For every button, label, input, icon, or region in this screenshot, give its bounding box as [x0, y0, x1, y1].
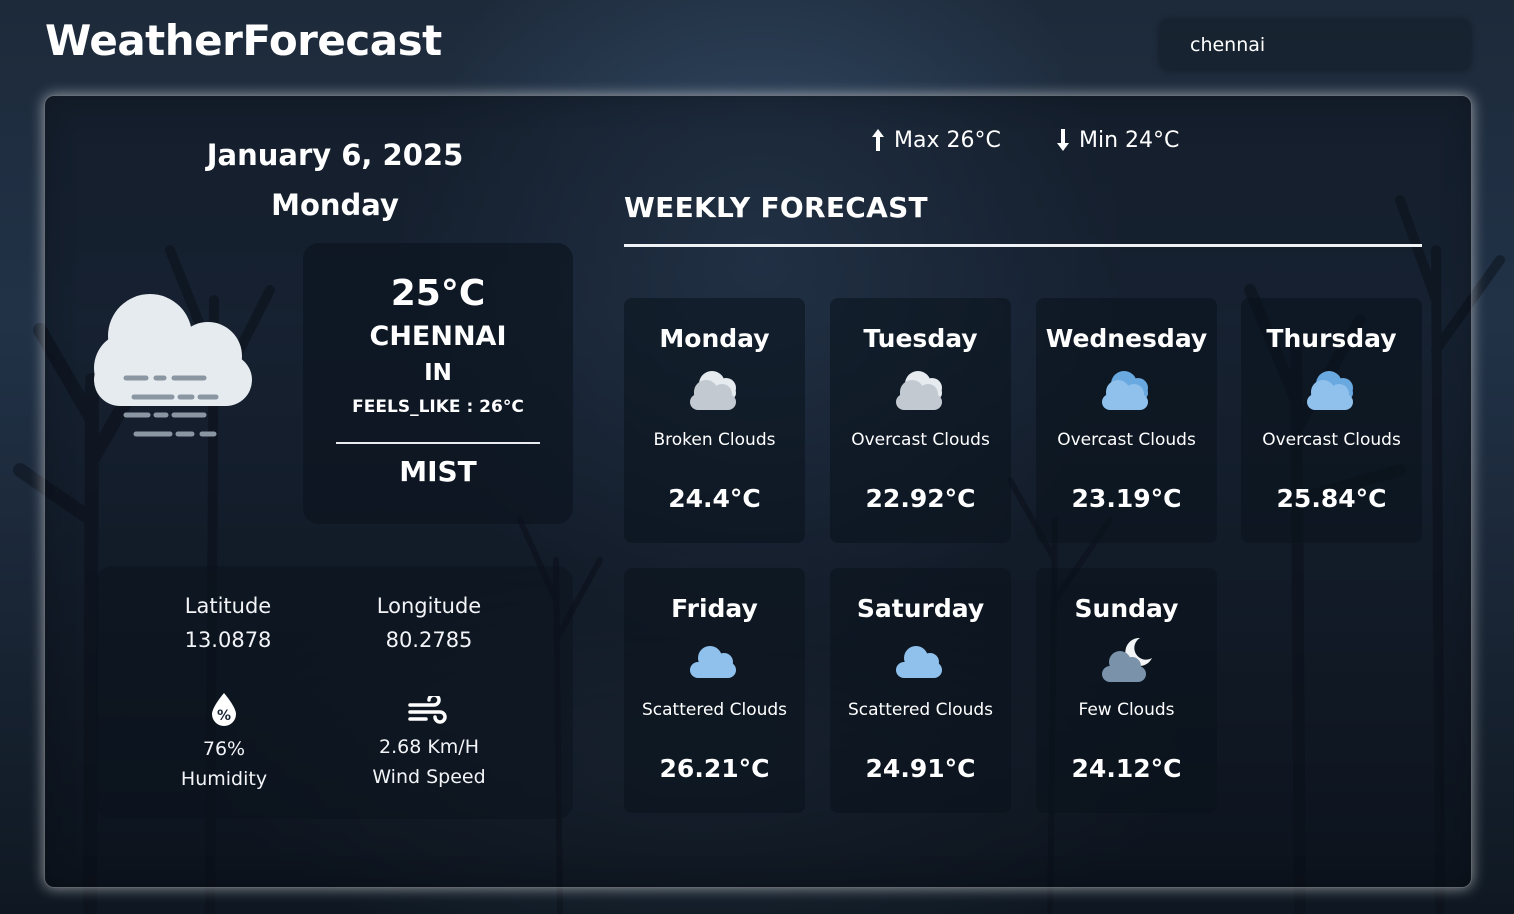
min-temperature: Min 24°C: [1055, 127, 1179, 153]
location-details-card: Latitude 13.0878 Longitude 80.2785 % 76%…: [96, 566, 573, 819]
forecast-temperature: 25.84°C: [1276, 484, 1387, 513]
forecast-description: Broken Clouds: [653, 430, 776, 450]
forecast-description: Few Clouds: [1078, 700, 1175, 720]
forecast-card-sunday: Sunday Few Clouds 24.12°C: [1036, 568, 1217, 813]
current-day: Monday: [271, 188, 399, 222]
city-search-input[interactable]: [1160, 20, 1470, 70]
humidity-icon: %: [212, 693, 236, 726]
latitude-label: Latitude: [184, 594, 272, 618]
wind-icon: [408, 696, 447, 724]
forecast-day: Tuesday: [863, 324, 978, 353]
forecast-card-wednesday: Wednesday Overcast Clouds 23.19°C: [1036, 298, 1217, 543]
few-clouds-night-icon: [1102, 637, 1152, 682]
forecast-day: Sunday: [1074, 594, 1179, 623]
forecast-description: Overcast Clouds: [1262, 430, 1401, 450]
forecast-day: Saturday: [856, 594, 985, 623]
arrow-up-icon: [872, 129, 884, 151]
search-box[interactable]: [1160, 20, 1470, 70]
city-name: CHENNAI: [369, 321, 507, 352]
forecast-card-saturday: Saturday Scattered Clouds 24.91°C: [830, 568, 1011, 813]
forecast-temperature: 24.4°C: [668, 484, 761, 513]
forecast-card-thursday: Thursday Overcast Clouds 25.84°C: [1241, 298, 1422, 543]
longitude-label: Longitude: [376, 594, 482, 618]
scattered-clouds-icon: [690, 646, 736, 678]
overcast-clouds-icon: [1102, 371, 1148, 410]
country-code: IN: [424, 360, 452, 386]
overcast-clouds-icon: [1307, 371, 1353, 410]
wind-speed-value: 2.68 Km/H: [378, 736, 479, 758]
min-temperature-text: Min 24°C: [1079, 127, 1180, 153]
forecast-day: Monday: [659, 324, 770, 353]
forecast-card-friday: Friday Scattered Clouds 26.21°C: [624, 568, 805, 813]
forecast-description: Scattered Clouds: [847, 700, 994, 720]
humidity-label: Humidity: [180, 768, 268, 790]
humidity-value: 76%: [202, 738, 246, 760]
forecast-temperature: 23.19°C: [1071, 484, 1182, 513]
mist-cloud-icon: [94, 294, 252, 437]
wind-speed-label: Wind Speed: [372, 766, 486, 788]
forecast-card-tuesday: Tuesday Overcast Clouds 22.92°C: [830, 298, 1011, 543]
current-temperature: 25°C: [390, 273, 486, 314]
weather-condition: MIST: [399, 455, 477, 488]
forecast-description: Overcast Clouds: [1057, 430, 1196, 450]
forecast-temperature: 26.21°C: [659, 754, 770, 783]
max-temperature: Max 26°C: [870, 127, 1001, 153]
forecast-description: Scattered Clouds: [641, 700, 788, 720]
current-date: January 6, 2025: [206, 138, 464, 172]
forecast-day: Friday: [671, 594, 758, 623]
forecast-temperature: 24.91°C: [865, 754, 976, 783]
longitude-value: 80.2785: [385, 628, 473, 652]
arrow-down-icon: [1057, 129, 1069, 151]
latitude-value: 13.0878: [184, 628, 272, 652]
forecast-day: Thursday: [1266, 324, 1397, 353]
scattered-clouds-icon: [896, 646, 942, 678]
forecast-temperature: 22.92°C: [865, 484, 976, 513]
forecast-day: Wednesday: [1045, 324, 1208, 353]
weekly-forecast-underline: [624, 244, 1422, 247]
max-temperature-text: Max 26°C: [894, 127, 1001, 153]
forecast-description: Overcast Clouds: [851, 430, 990, 450]
svg-text:%: %: [217, 708, 231, 724]
broken-clouds-icon: [690, 371, 736, 410]
forecast-card-monday: Monday Broken Clouds 24.4°C: [624, 298, 805, 543]
overcast-clouds-icon: [896, 371, 942, 410]
current-weather-card: 25°C CHENNAI IN FEELS_LIKE : 26°C MIST: [303, 243, 573, 524]
feels-like: FEELS_LIKE : 26°C: [352, 397, 524, 417]
forecast-temperature: 24.12°C: [1071, 754, 1182, 783]
app-title: WeatherForecast: [45, 16, 442, 65]
weekly-forecast-title: WEEKLY FORECAST: [624, 191, 928, 224]
divider: [336, 442, 540, 444]
